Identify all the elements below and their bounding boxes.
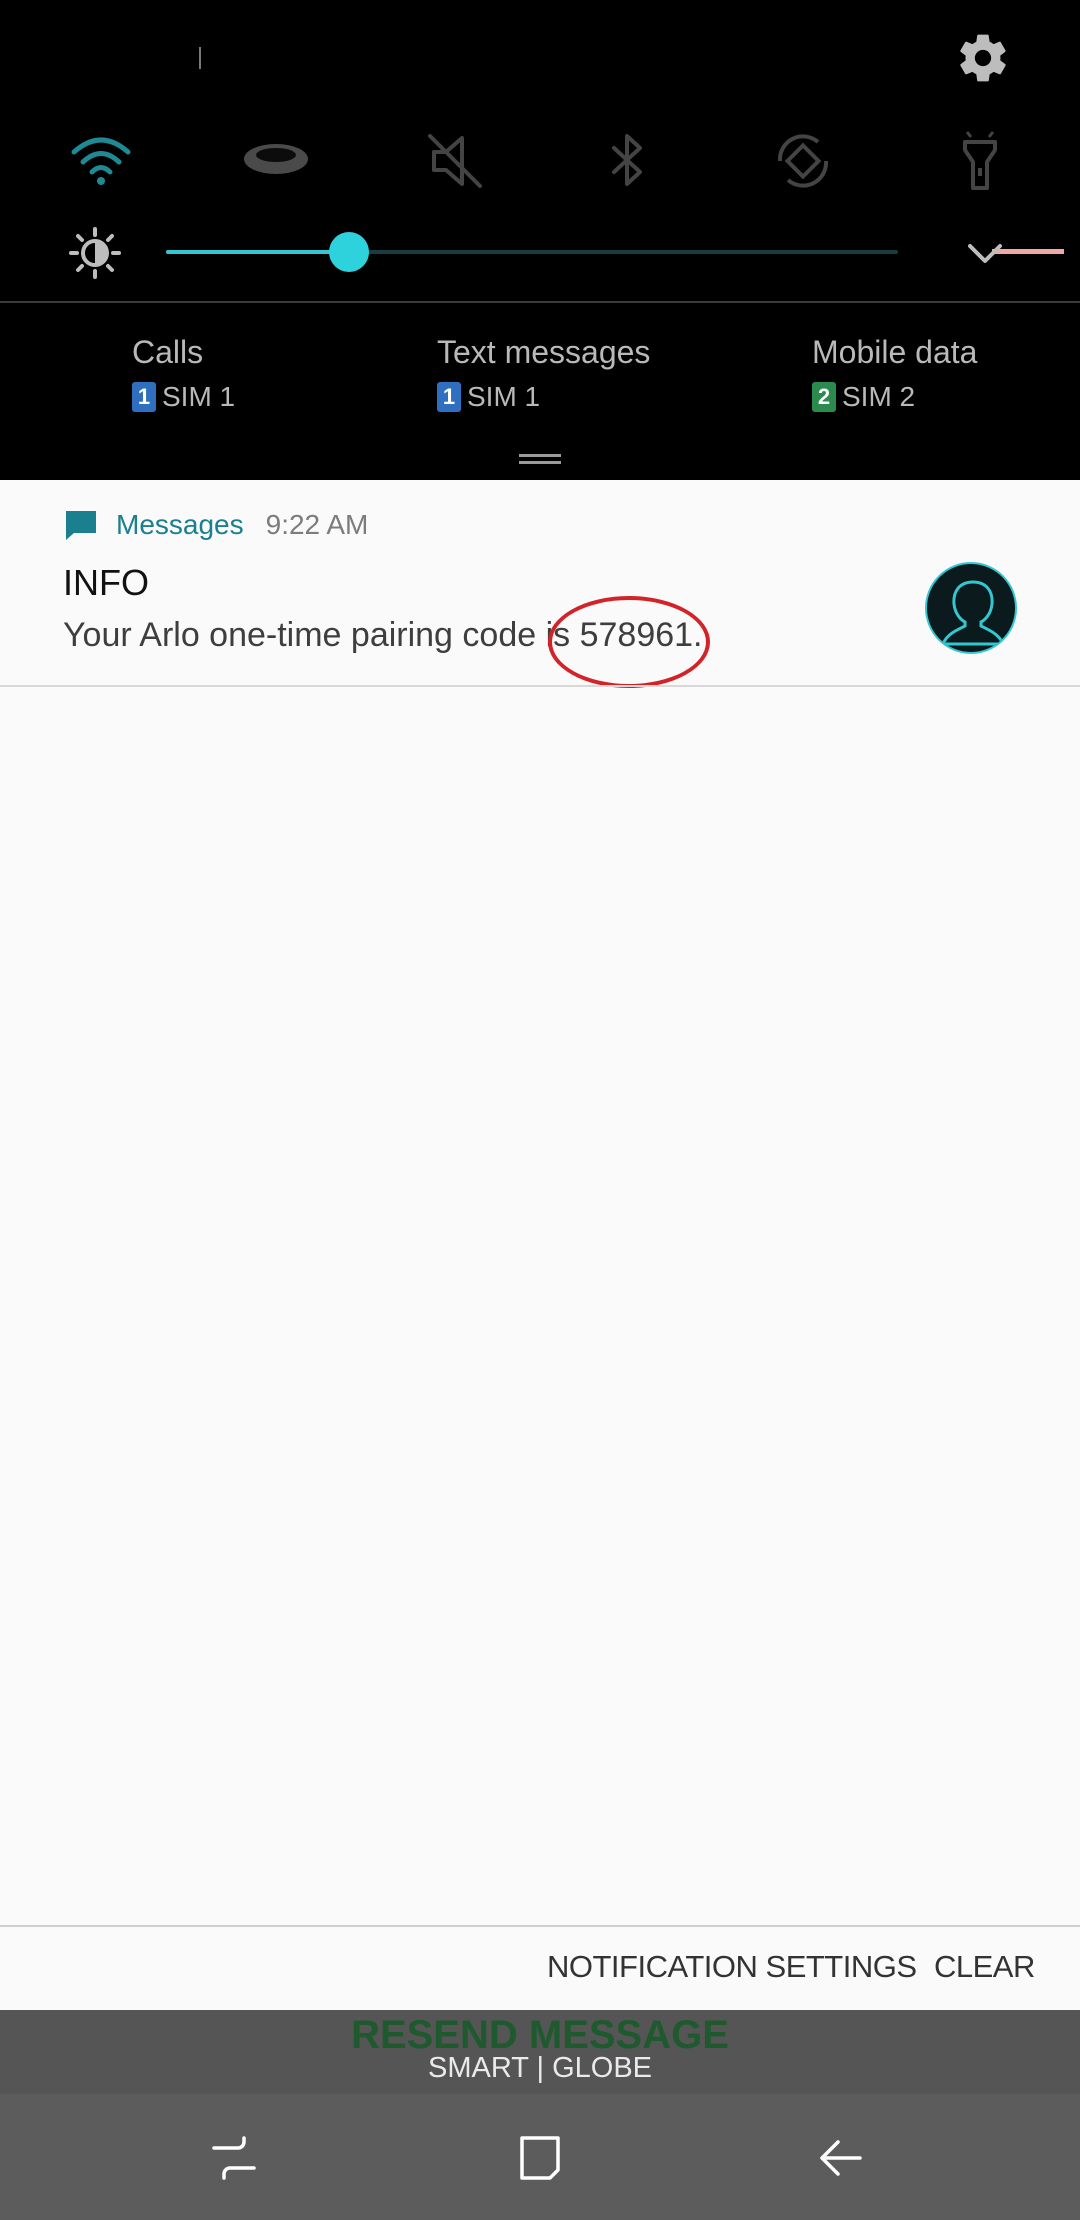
sim-badge: 1 (132, 382, 156, 412)
flashlight-icon[interactable] (945, 126, 1015, 196)
sim-setting-value: 2 SIM 2 (812, 381, 977, 413)
mute-icon[interactable] (420, 126, 490, 196)
hotspot-icon[interactable] (241, 126, 311, 196)
navigation-bar (0, 2094, 1080, 2220)
bluetooth-icon[interactable] (592, 126, 662, 196)
code-highlight-annotation (548, 596, 710, 688)
screen: Calls 1 SIM 1 Text messages 1 SIM 1 Mobi… (0, 0, 1080, 2220)
sim-setting-title: Calls (132, 334, 204, 370)
brightness-icon (68, 226, 122, 280)
sim-setting-calls[interactable]: Calls 1 SIM 1 (132, 329, 235, 413)
background-app: RESEND MESSAGE SMART | GLOBE (0, 2010, 1080, 2094)
wifi-icon[interactable] (66, 126, 136, 196)
notification-action-bar: NOTIFICATION SETTINGS CLEAR (0, 1925, 1080, 2010)
recents-icon[interactable] (208, 2132, 260, 2184)
notification-sender: INFO (63, 562, 149, 603)
sim-setting-value: 1 SIM 1 (132, 381, 235, 413)
expand-chevron-icon[interactable] (960, 236, 1010, 272)
status-bar-marker (199, 47, 201, 69)
notification-header: Messages 9:22 AM (64, 505, 368, 545)
sim-setting-mobile-data[interactable]: Mobile data 2 SIM 2 (812, 329, 977, 413)
sim-settings-row: Calls 1 SIM 1 Text messages 1 SIM 1 Mobi… (0, 303, 1080, 478)
notification-time: 9:22 AM (265, 509, 369, 540)
sim-setting-text-messages[interactable]: Text messages 1 SIM 1 (437, 329, 650, 413)
clear-button[interactable]: CLEAR (934, 1949, 1035, 1985)
carrier-label: SMART | GLOBE (427, 2052, 653, 2084)
notification-list: Messages 9:22 AM INFO Your Arlo one-time… (0, 480, 1080, 1925)
sim-badge: 2 (812, 382, 836, 412)
person-icon (940, 580, 1006, 646)
settings-gear-icon[interactable] (955, 30, 1011, 86)
quick-settings-panel (0, 0, 1080, 300)
sim-setting-title: Text messages (437, 334, 651, 370)
sim-setting-title: Mobile data (812, 334, 978, 370)
back-icon[interactable] (816, 2132, 868, 2184)
brightness-slider-thumb[interactable] (329, 232, 369, 272)
notification-settings-button[interactable]: NOTIFICATION SETTINGS (547, 1949, 917, 1985)
sim-label: SIM 2 (842, 381, 916, 412)
sim-label: SIM 1 (467, 381, 541, 412)
panel-drag-handle[interactable] (519, 454, 561, 464)
notification-app-name: Messages (116, 509, 244, 540)
contact-avatar (925, 562, 1017, 654)
brightness-slider-fill (166, 250, 349, 254)
messages-app-icon (66, 511, 96, 540)
sim-label: SIM 1 (162, 381, 236, 412)
brightness-slider[interactable] (166, 232, 1064, 272)
auto-rotate-icon[interactable] (768, 126, 838, 196)
sim-badge: 1 (437, 382, 461, 412)
notification-divider (0, 685, 1080, 687)
home-icon[interactable] (514, 2132, 566, 2184)
sim-setting-value: 1 SIM 1 (437, 381, 650, 413)
